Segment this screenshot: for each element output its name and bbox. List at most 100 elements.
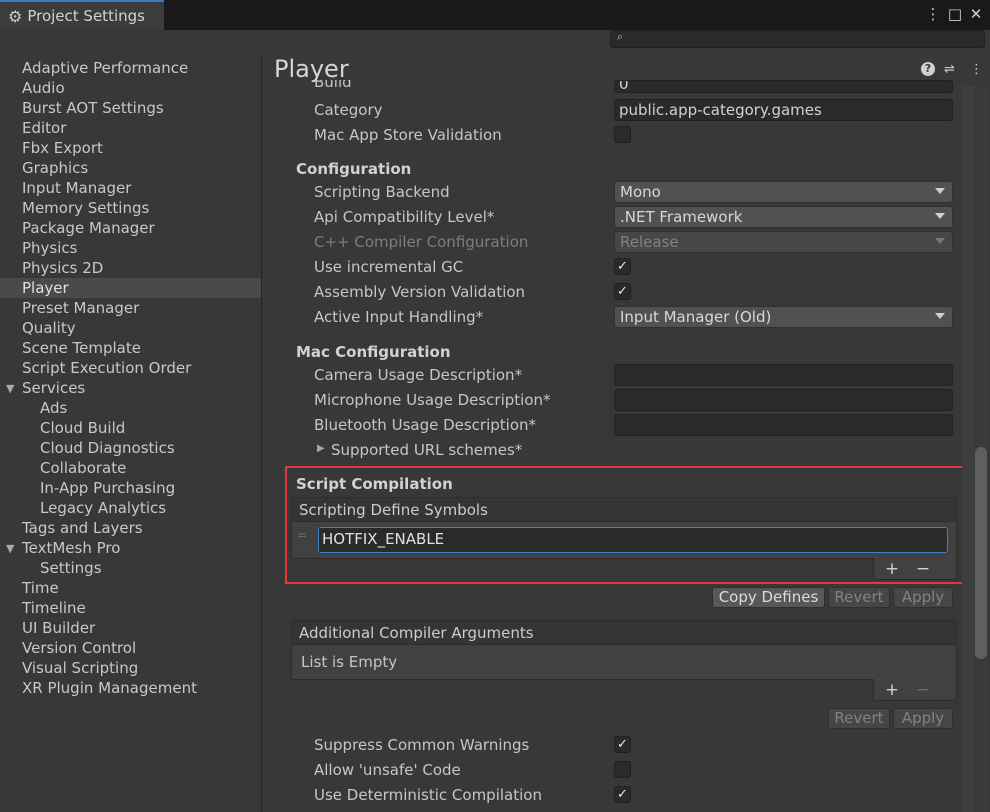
- sidebar-item-scene-template[interactable]: Scene Template: [22, 338, 141, 358]
- textmesh-fold-icon[interactable]: ▼: [6, 542, 14, 555]
- bluetooth-usage-label: Bluetooth Usage Description*: [314, 416, 537, 434]
- sidebar-item-tags-and-layers[interactable]: Tags and Layers: [22, 518, 143, 538]
- sidebar-item-editor[interactable]: Editor: [22, 118, 66, 138]
- build-field[interactable]: 0: [614, 80, 953, 93]
- list-empty-text: List is Empty: [301, 653, 398, 671]
- sidebar-item-player[interactable]: Player: [22, 278, 69, 298]
- chevron-down-icon: [935, 238, 945, 244]
- api-compatibility-value: .NET Framework: [620, 208, 743, 226]
- active-input-handling-dropdown[interactable]: Input Manager (Old): [614, 306, 953, 328]
- assembly-validation-label: Assembly Version Validation: [314, 283, 526, 301]
- tab-project-settings[interactable]: ⚙ Project Settings: [0, 0, 164, 30]
- camera-usage-field[interactable]: [614, 364, 953, 386]
- apply-defines-button[interactable]: Apply: [893, 587, 953, 608]
- camera-usage-label: Camera Usage Description*: [314, 366, 523, 384]
- sidebar-item-script-execution-order[interactable]: Script Execution Order: [22, 358, 191, 378]
- category-field[interactable]: public.app-category.games: [614, 99, 953, 121]
- sidebar-item-quality[interactable]: Quality: [22, 318, 76, 338]
- sidebar-item-services[interactable]: Services: [22, 378, 85, 398]
- foldout-arrow-icon[interactable]: ▶: [317, 443, 325, 454]
- preset-icon[interactable]: ⇌: [944, 62, 955, 77]
- sidebar-item-legacy-analytics[interactable]: Legacy Analytics: [40, 498, 166, 518]
- header-bar: [263, 54, 963, 80]
- deterministic-compilation-checkbox[interactable]: ✓: [614, 786, 631, 803]
- api-compatibility-dropdown[interactable]: .NET Framework: [614, 206, 953, 228]
- highlight-box: [285, 466, 966, 584]
- gear-icon: ⚙: [8, 6, 23, 26]
- close-icon[interactable]: ✕: [966, 4, 986, 24]
- sidebar-item-timeline[interactable]: Timeline: [22, 598, 86, 618]
- sidebar-item-memory-settings[interactable]: Memory Settings: [22, 198, 149, 218]
- sidebar-item-package-manager[interactable]: Package Manager: [22, 218, 155, 238]
- tab-title: Project Settings: [27, 7, 145, 25]
- remove-argument-button: −: [915, 680, 931, 700]
- cpp-compiler-config-dropdown: Release: [614, 231, 953, 253]
- copy-defines-button[interactable]: Copy Defines: [712, 587, 825, 608]
- microphone-usage-label: Microphone Usage Description*: [314, 391, 551, 409]
- compiler-arguments-header: Additional Compiler Arguments: [292, 621, 956, 645]
- suppress-warnings-checkbox[interactable]: ✓: [614, 736, 631, 753]
- revert-arguments-button[interactable]: Revert: [828, 708, 890, 729]
- api-compatibility-label: Api Compatibility Level*: [314, 208, 495, 226]
- scrollbar-thumb[interactable]: [975, 447, 987, 659]
- chevron-down-icon: [935, 213, 945, 219]
- sidebar-item-adaptive-performance[interactable]: Adaptive Performance: [22, 58, 188, 78]
- sidebar-item-physics-2d[interactable]: Physics 2D: [22, 258, 103, 278]
- assembly-validation-checkbox[interactable]: ✓: [614, 283, 631, 300]
- mac-configuration-heading: Mac Configuration: [296, 343, 451, 361]
- search-input[interactable]: ⌕: [610, 30, 985, 48]
- sidebar-item-xr-plugin-management[interactable]: XR Plugin Management: [22, 678, 197, 698]
- scripting-backend-label: Scripting Backend: [314, 183, 450, 201]
- maximize-icon[interactable]: □: [945, 4, 965, 24]
- sidebar-item-ui-builder[interactable]: UI Builder: [22, 618, 95, 638]
- unsafe-code-label: Allow 'unsafe' Code: [314, 761, 461, 779]
- window-menu-icon[interactable]: ⋮: [923, 4, 943, 24]
- incremental-gc-checkbox[interactable]: ✓: [614, 258, 631, 275]
- active-input-handling-label: Active Input Handling*: [314, 308, 484, 326]
- apply-arguments-button[interactable]: Apply: [893, 708, 953, 729]
- bluetooth-usage-field[interactable]: [614, 414, 953, 436]
- sidebar-item-version-control[interactable]: Version Control: [22, 638, 136, 658]
- sidebar-item-audio[interactable]: Audio: [22, 78, 65, 98]
- sidebar-item-cloud-diagnostics[interactable]: Cloud Diagnostics: [40, 438, 175, 458]
- active-input-handling-value: Input Manager (Old): [620, 308, 772, 326]
- sidebar-item-collaborate[interactable]: Collaborate: [40, 458, 126, 478]
- incremental-gc-label: Use incremental GC: [314, 258, 464, 276]
- configuration-heading: Configuration: [296, 160, 412, 178]
- add-argument-button[interactable]: +: [880, 679, 904, 701]
- cpp-compiler-config-label: C++ Compiler Configuration: [314, 233, 529, 251]
- sidebar-item-time[interactable]: Time: [22, 578, 59, 598]
- sidebar-item-ads[interactable]: Ads: [40, 398, 67, 418]
- sidebar-item-textmesh-settings[interactable]: Settings: [40, 558, 102, 578]
- mac-app-store-validation-checkbox[interactable]: [614, 126, 631, 143]
- category-label: Category: [314, 101, 383, 119]
- sidebar-item-fbx-export[interactable]: Fbx Export: [22, 138, 103, 158]
- sidebar-item-in-app-purchasing[interactable]: In-App Purchasing: [40, 478, 175, 498]
- help-icon[interactable]: ?: [921, 62, 935, 76]
- microphone-usage-field[interactable]: [614, 389, 953, 411]
- sidebar-item-textmesh-pro[interactable]: TextMesh Pro: [22, 538, 120, 558]
- services-fold-icon[interactable]: ▼: [6, 382, 14, 395]
- deterministic-compilation-label: Use Deterministic Compilation: [314, 786, 542, 804]
- scripting-backend-value: Mono: [620, 183, 661, 201]
- mac-app-store-validation-label: Mac App Store Validation: [314, 126, 502, 144]
- sidebar-item-graphics[interactable]: Graphics: [22, 158, 88, 178]
- chevron-down-icon: [935, 188, 945, 194]
- sidebar-item-input-manager[interactable]: Input Manager: [22, 178, 131, 198]
- window-tab-bar: ⚙ Project Settings ⋮ □ ✕: [0, 0, 990, 30]
- revert-defines-button[interactable]: Revert: [828, 587, 890, 608]
- sidebar-item-visual-scripting[interactable]: Visual Scripting: [22, 658, 138, 678]
- suppress-warnings-label: Suppress Common Warnings: [314, 736, 530, 754]
- sidebar-item-physics[interactable]: Physics: [22, 238, 77, 258]
- more-options-icon[interactable]: ⋮: [970, 62, 983, 77]
- sidebar-item-preset-manager[interactable]: Preset Manager: [22, 298, 139, 318]
- unsafe-code-checkbox[interactable]: [614, 761, 631, 778]
- sidebar-item-cloud-build[interactable]: Cloud Build: [40, 418, 125, 438]
- scripting-backend-dropdown[interactable]: Mono: [614, 181, 953, 203]
- compiler-arguments-footer: + −: [873, 679, 957, 701]
- search-icon: ⌕: [617, 30, 624, 43]
- chevron-down-icon: [935, 313, 945, 319]
- sidebar-item-burst-aot[interactable]: Burst AOT Settings: [22, 98, 164, 118]
- supported-url-schemes-foldout[interactable]: Supported URL schemes*: [331, 439, 522, 461]
- compiler-arguments-list: Additional Compiler Arguments List is Em…: [291, 620, 957, 680]
